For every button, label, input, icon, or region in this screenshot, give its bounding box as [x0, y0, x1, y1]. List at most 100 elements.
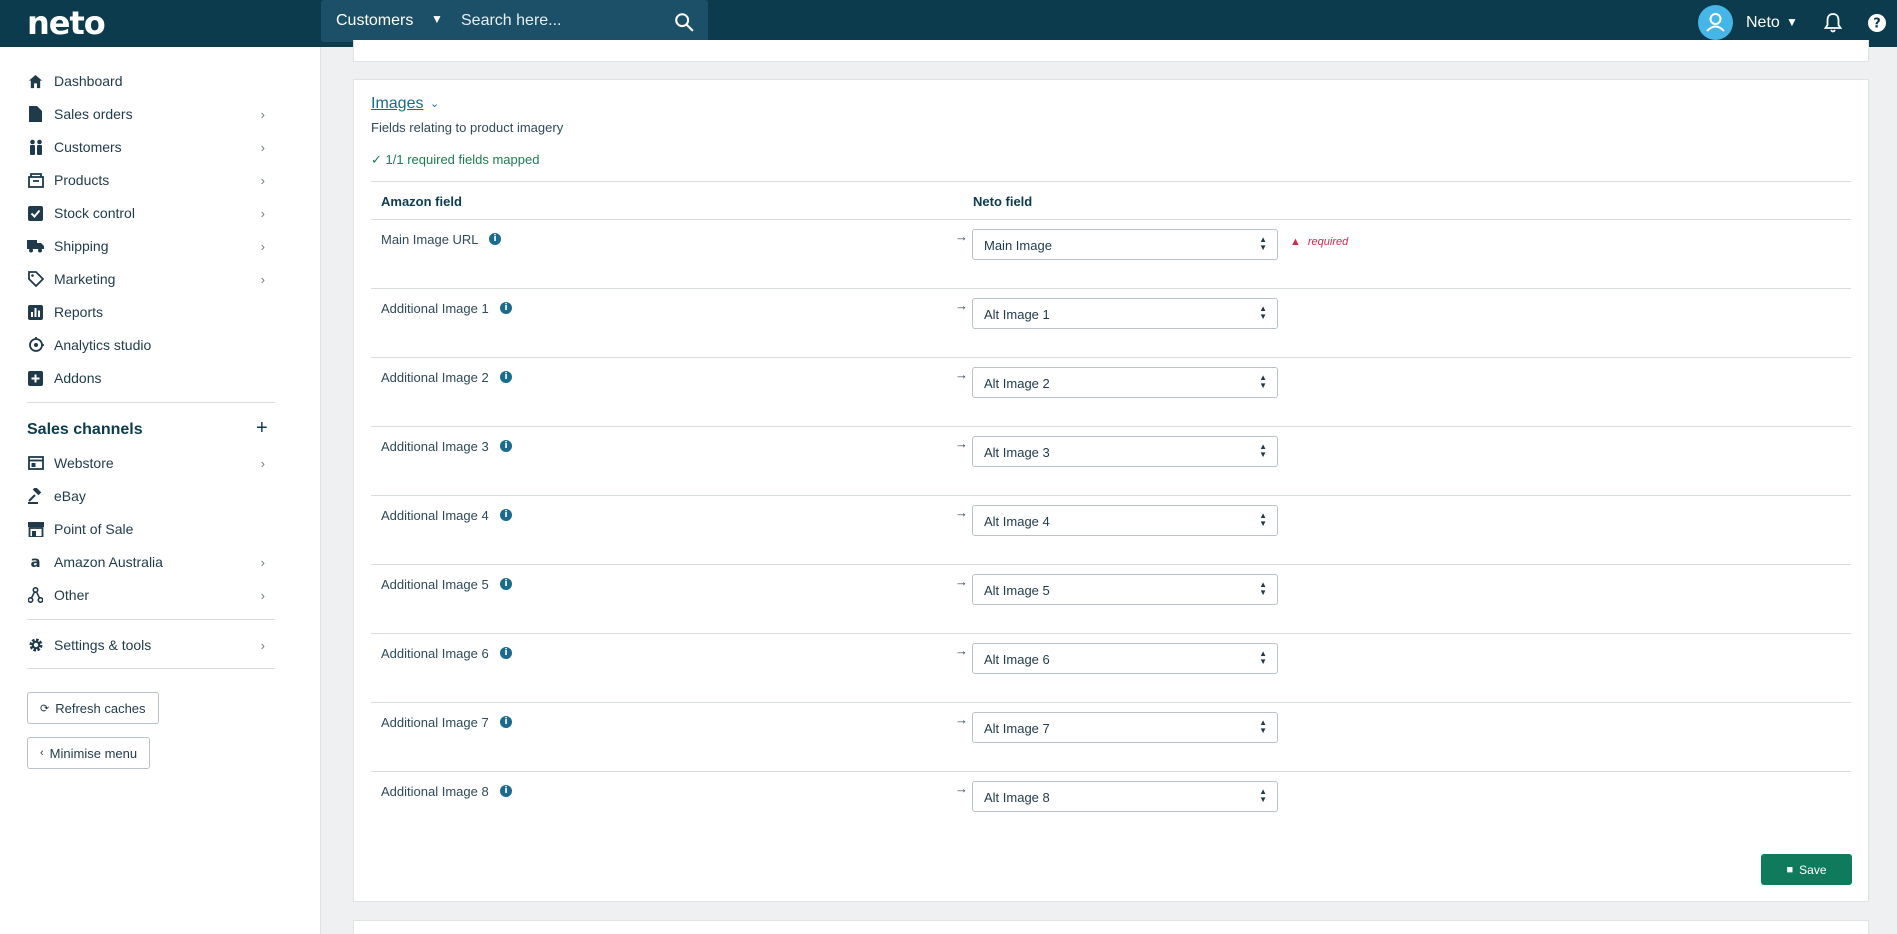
sidebar-item-products[interactable]: Products › [27, 166, 277, 194]
sort-arrows-icon: ▲ ▼ [1259, 787, 1267, 804]
required-badge: ▲ required [1290, 236, 1348, 248]
chevron-right-icon: › [260, 140, 265, 155]
neto-logo[interactable]: neto [27, 4, 106, 42]
sidebar-item-addons[interactable]: Addons [27, 364, 277, 392]
info-icon[interactable]: i [500, 647, 512, 659]
info-icon[interactable]: i [500, 302, 512, 314]
info-icon[interactable]: i [489, 233, 501, 245]
info-icon[interactable]: i [500, 371, 512, 383]
amazon-field-label: Main Image URL [381, 232, 479, 247]
info-icon[interactable]: i [500, 716, 512, 728]
sidebar-item-customers[interactable]: Customers › [27, 133, 277, 161]
sidebar-item-stock-control[interactable]: Stock control › [27, 199, 277, 227]
table-row: Additional Image 3 i → Alt Image 3 ▲ ▼ [371, 427, 1851, 496]
search-icon[interactable] [673, 11, 695, 33]
table-row: Additional Image 8 i → Alt Image 8 ▲ ▼ [371, 772, 1851, 841]
neto-field-select[interactable]: Alt Image 3 ▲ ▼ [972, 436, 1278, 467]
sidebar-item-label: Settings & tools [54, 637, 152, 653]
info-icon[interactable]: i [500, 509, 512, 521]
caret-down-icon[interactable]: ▼ [431, 12, 443, 26]
chevron-right-icon: › [260, 107, 265, 122]
amazon-field-label: Additional Image 2 [381, 370, 489, 385]
minimise-menu-button[interactable]: ‹ Minimise menu [27, 737, 151, 769]
arrow-right-icon: → [955, 781, 968, 796]
neto-field-select[interactable]: Alt Image 4 ▲ ▼ [972, 505, 1278, 536]
save-label: Save [1799, 862, 1827, 877]
caret-down-icon[interactable]: ▼ [1786, 15, 1798, 29]
amazon-field-label: Additional Image 4 [381, 508, 489, 523]
neto-field-select[interactable]: Alt Image 1 ▲ ▼ [972, 298, 1278, 329]
chevron-right-icon: › [260, 555, 265, 570]
sidebar-item-label: Analytics studio [54, 337, 152, 353]
search-scope-select[interactable]: Customers [336, 12, 413, 30]
chevron-left-icon: ‹ [40, 747, 44, 759]
document-icon [27, 106, 44, 123]
neto-field-select[interactable]: Alt Image 6 ▲ ▼ [972, 643, 1278, 674]
select-value: Alt Image 5 [984, 583, 1050, 598]
add-channel-button[interactable]: + [256, 417, 268, 440]
sort-arrows-icon: ▲ ▼ [1259, 718, 1267, 735]
sidebar-item-settings-tools[interactable]: Settings & tools › [27, 631, 277, 659]
sort-arrows-icon: ▲ ▼ [1259, 373, 1267, 390]
table-row: Additional Image 7 i → Alt Image 7 ▲ ▼ [371, 703, 1851, 772]
plus-box-icon [27, 370, 44, 387]
sidebar-item-amazon-australia[interactable]: a Amazon Australia › [27, 548, 277, 576]
refresh-caches-button[interactable]: ⟳ Refresh caches [27, 692, 159, 724]
arrow-right-icon: → [955, 367, 968, 382]
sidebar-item-shipping[interactable]: Shipping › [27, 232, 277, 260]
section-title[interactable]: Images [371, 95, 423, 113]
amazon-field-label: Additional Image 6 [381, 646, 489, 661]
sort-arrows-icon: ▲ ▼ [1259, 511, 1267, 528]
chevron-down-icon[interactable]: ⌄ [430, 97, 439, 110]
required-text: required [1307, 236, 1349, 248]
network-icon [27, 587, 44, 604]
info-icon[interactable]: i [500, 440, 512, 452]
sidebar-item-point-of-sale[interactable]: Point of Sale [27, 515, 277, 543]
arrow-right-icon: → [955, 298, 968, 313]
user-menu[interactable]: Neto [1746, 14, 1780, 32]
info-icon[interactable]: i [500, 578, 512, 590]
bell-icon[interactable] [1823, 12, 1843, 34]
sidebar-item-marketing[interactable]: Marketing › [27, 265, 277, 293]
truck-icon [27, 238, 44, 255]
sidebar-item-ebay[interactable]: eBay [27, 482, 277, 510]
avatar[interactable] [1698, 5, 1733, 40]
mapped-status-text: 1/1 required fields mapped [385, 152, 540, 167]
check-icon: ✓ [371, 152, 382, 167]
neto-field-select[interactable]: Alt Image 8 ▲ ▼ [972, 781, 1278, 812]
chevron-right-icon: › [260, 272, 265, 287]
table-row: Additional Image 5 i → Alt Image 5 ▲ ▼ [371, 565, 1851, 634]
sidebar: Dashboard Sales orders › Customers › Pro… [0, 47, 321, 934]
sidebar-item-label: Amazon Australia [54, 554, 163, 570]
sidebar-item-analytics-studio[interactable]: Analytics studio [27, 331, 277, 359]
select-value: Alt Image 4 [984, 514, 1050, 529]
amazon-field-label: Additional Image 7 [381, 715, 489, 730]
chevron-right-icon: › [260, 638, 265, 653]
chart-icon [27, 304, 44, 321]
neto-field-select[interactable]: Main Image ▲ ▼ [972, 229, 1278, 260]
arrow-right-icon: → [955, 505, 968, 520]
chevron-right-icon: › [260, 206, 265, 221]
neto-field-select[interactable]: Alt Image 7 ▲ ▼ [972, 712, 1278, 743]
select-value: Alt Image 6 [984, 652, 1050, 667]
sidebar-item-label: Sales orders [54, 106, 133, 122]
sidebar-item-dashboard[interactable]: Dashboard [27, 67, 277, 95]
sidebar-item-reports[interactable]: Reports [27, 298, 277, 326]
save-button[interactable]: ■ Save [1761, 854, 1852, 885]
sort-arrows-icon: ▲ ▼ [1259, 235, 1267, 252]
search-input[interactable] [461, 8, 661, 34]
sidebar-item-sales-orders[interactable]: Sales orders › [27, 100, 277, 128]
sidebar-item-label: Marketing [54, 271, 116, 287]
arrow-right-icon: → [955, 712, 968, 727]
sidebar-item-other[interactable]: Other › [27, 581, 277, 609]
sidebar-item-webstore[interactable]: Webstore › [27, 449, 277, 477]
info-icon[interactable]: i [500, 785, 512, 797]
neto-field-select[interactable]: Alt Image 2 ▲ ▼ [972, 367, 1278, 398]
table-row: Additional Image 1 i → Alt Image 1 ▲ ▼ [371, 289, 1851, 358]
amazon-field-label: Additional Image 3 [381, 439, 489, 454]
neto-field-select[interactable]: Alt Image 5 ▲ ▼ [972, 574, 1278, 605]
select-value: Main Image [984, 238, 1052, 253]
help-icon[interactable]: ? [1867, 13, 1887, 33]
mapped-status: ✓ 1/1 required fields mapped [371, 152, 539, 168]
sort-arrows-icon: ▲ ▼ [1259, 304, 1267, 321]
